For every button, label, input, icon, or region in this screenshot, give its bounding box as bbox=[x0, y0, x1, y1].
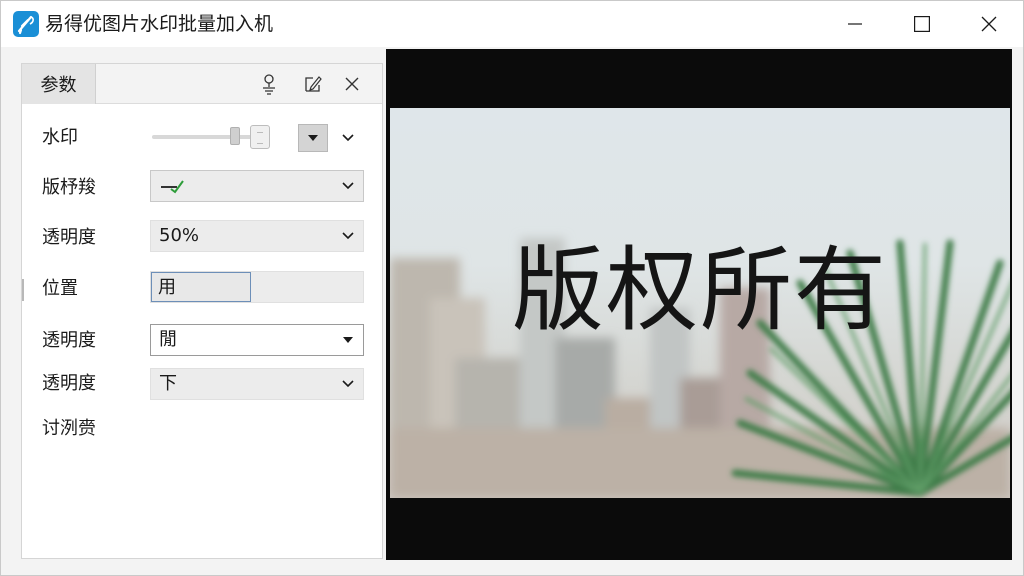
parameters-panel: 参数 水印 版杼羧 透明度 50% 位置 用 透明度 閒 透明度 下 讨洌赍 bbox=[21, 63, 383, 559]
copyright-label: 版杼羧 bbox=[42, 177, 96, 198]
preview-photo: 版权所有 bbox=[390, 108, 1010, 498]
extra-label: 讨洌赍 bbox=[42, 418, 96, 439]
minimize-button[interactable] bbox=[821, 1, 889, 47]
image-preview: 版权所有 bbox=[386, 49, 1012, 560]
panel-close-icon[interactable] bbox=[341, 73, 363, 95]
copyright-select[interactable] bbox=[150, 170, 364, 202]
close-icon bbox=[981, 16, 997, 32]
app-window: 易得优图片水印批量加入机 参数 水印 版杼羧 透明度 50% 位置 用 透明度 … bbox=[0, 0, 1024, 576]
title-bar: 易得优图片水印批量加入机 bbox=[1, 1, 1023, 47]
window-title: 易得优图片水印批量加入机 bbox=[45, 13, 274, 35]
opacity-select[interactable]: 50% bbox=[150, 220, 364, 252]
opacity3-value: 下 bbox=[159, 373, 177, 394]
opacity3-select[interactable]: 下 bbox=[150, 368, 364, 400]
watermark-text: 版权所有 bbox=[511, 237, 888, 344]
position-field: 用 bbox=[150, 271, 364, 303]
feather-pen-icon bbox=[13, 11, 39, 37]
check-mark-icon bbox=[159, 177, 185, 202]
chevron-down-icon[interactable] bbox=[340, 128, 356, 148]
opacity-label: 透明度 bbox=[42, 227, 96, 248]
position-value: 用 bbox=[158, 277, 176, 298]
chevron-down-icon bbox=[341, 378, 355, 390]
triangle-down-icon bbox=[341, 334, 355, 346]
person-pin-icon[interactable] bbox=[258, 73, 280, 95]
watermark-slider-box[interactable] bbox=[250, 125, 270, 149]
position-input[interactable]: 用 bbox=[151, 272, 251, 302]
opacity3-label: 透明度 bbox=[42, 373, 96, 394]
watermark-label: 水印 bbox=[42, 127, 78, 148]
opacity2-label: 透明度 bbox=[42, 330, 96, 351]
watermark-slider-thumb[interactable] bbox=[230, 127, 240, 145]
panel-header: 参数 bbox=[22, 64, 382, 104]
opacity2-value: 閒 bbox=[159, 329, 177, 350]
position-label: 位置 bbox=[42, 278, 78, 299]
watermark-dropdown-button[interactable] bbox=[298, 124, 328, 152]
maximize-icon bbox=[914, 16, 930, 32]
minimize-icon bbox=[848, 23, 862, 25]
chevron-down-icon bbox=[341, 180, 355, 192]
chevron-down-icon bbox=[341, 230, 355, 242]
edit-icon[interactable] bbox=[302, 73, 324, 95]
triangle-down-icon bbox=[308, 135, 318, 141]
opacity2-select[interactable]: 閒 bbox=[150, 324, 364, 356]
client-area: 参数 水印 版杼羧 透明度 50% 位置 用 透明度 閒 透明度 下 讨洌赍 版… bbox=[11, 47, 1015, 569]
tab-parameters[interactable]: 参数 bbox=[22, 64, 96, 104]
row-marker bbox=[22, 279, 24, 301]
opacity-value: 50% bbox=[159, 225, 200, 246]
close-button[interactable] bbox=[955, 1, 1023, 47]
maximize-button[interactable] bbox=[888, 1, 956, 47]
